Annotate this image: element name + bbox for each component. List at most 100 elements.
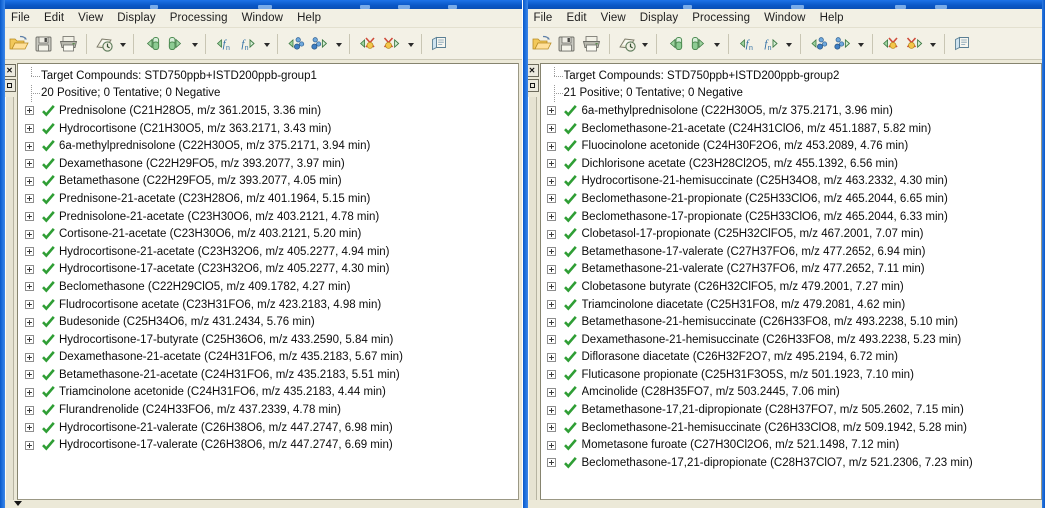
compound-row[interactable]: Triamcinolone diacetate (C25H31FO8, m/z … — [541, 296, 1042, 314]
recent-history-dropdown-arrow[interactable] — [117, 32, 128, 56]
compound-row[interactable]: Hydrocortisone (C21H30O5, m/z 363.2171, … — [18, 120, 518, 138]
compound-row[interactable]: 6a-methylprednisolone (C22H30O5, m/z 375… — [541, 102, 1042, 120]
compound-row[interactable]: Dichlorisone acetate (C23H28Cl2O5, m/z 4… — [541, 155, 1042, 173]
expand-plus-icon[interactable] — [24, 194, 34, 204]
previous-sample-icon[interactable] — [139, 31, 164, 56]
compound-row[interactable]: Fluticasone propionate (C25H31F3O5S, m/z… — [541, 366, 1042, 384]
next-sample-dropdown-arrow[interactable] — [189, 32, 200, 56]
compound-row[interactable]: Clobetasone butyrate (C26H32ClFO5, m/z 4… — [541, 278, 1042, 296]
expand-plus-icon[interactable] — [547, 247, 556, 257]
compound-row[interactable]: Betamethasone-21-acetate (C24H31FO6, m/z… — [18, 366, 518, 384]
tree-summary-row[interactable]: 20 Positive; 0 Tentative; 0 Negative — [18, 84, 518, 103]
save-disk-icon[interactable] — [31, 31, 56, 56]
panel-drag-grip[interactable] — [527, 97, 537, 508]
tree-title-row[interactable]: Target Compounds: STD750ppb+ISTD200ppb-g… — [18, 67, 518, 85]
expand-plus-icon[interactable] — [24, 124, 34, 134]
compound-row[interactable]: Diflorasone diacetate (C26H32F2O7, m/z 4… — [541, 349, 1042, 367]
panel-drag-grip[interactable] — [5, 97, 14, 508]
toolbar-left[interactable]: fnfn — [0, 28, 522, 60]
open-folder-icon[interactable] — [529, 31, 554, 56]
expand-plus-icon[interactable] — [24, 335, 34, 345]
expand-plus-icon[interactable] — [24, 352, 34, 362]
expand-plus-icon[interactable] — [24, 247, 34, 257]
expand-plus-icon[interactable] — [547, 176, 556, 186]
menu-bar-right[interactable]: File Edit View Display Processing Window… — [522, 9, 1045, 28]
next-sample-icon[interactable] — [687, 31, 712, 56]
expand-plus-icon[interactable] — [547, 370, 556, 380]
expand-plus-icon[interactable] — [547, 124, 556, 134]
compound-row[interactable]: Beclomethasone-21-acetate (C24H31ClO6, m… — [541, 120, 1042, 138]
print-icon[interactable] — [56, 31, 81, 56]
next-review-dropdown-arrow[interactable] — [928, 32, 939, 56]
next-compound-dropdown-arrow[interactable] — [333, 32, 344, 56]
menu-item-edit[interactable]: Edit — [37, 11, 71, 25]
next-function-dropdown-arrow[interactable] — [784, 32, 795, 56]
expand-plus-icon[interactable] — [547, 352, 556, 362]
menu-item-help[interactable]: Help — [290, 11, 328, 25]
compound-row[interactable]: Hydrocortisone-17-acetate (C23H32O6, m/z… — [18, 261, 518, 279]
recent-history-icon[interactable] — [615, 31, 640, 56]
expand-plus-icon[interactable] — [547, 335, 556, 345]
next-review-dropdown-arrow[interactable] — [405, 32, 416, 56]
compound-row[interactable]: Fludrocortisone acetate (C23H31FO6, m/z … — [18, 296, 518, 314]
next-function-icon[interactable]: fn — [236, 31, 261, 56]
expand-plus-icon[interactable] — [24, 282, 34, 292]
expand-plus-icon[interactable] — [547, 106, 556, 116]
expand-plus-icon[interactable] — [24, 264, 34, 274]
expand-plus-icon[interactable] — [24, 440, 34, 450]
expand-plus-icon[interactable] — [547, 194, 556, 204]
menu-item-display[interactable]: Display — [110, 11, 162, 25]
expand-plus-icon[interactable] — [547, 405, 556, 415]
menu-bar-left[interactable]: File Edit View Display Processing Window… — [0, 9, 522, 28]
previous-review-icon[interactable] — [355, 31, 380, 56]
expand-plus-icon[interactable] — [24, 300, 34, 310]
expand-plus-icon[interactable] — [547, 264, 556, 274]
compound-row[interactable]: Cortisone-21-acetate (C23H30O6, m/z 403.… — [18, 225, 518, 243]
next-compound-icon[interactable] — [308, 31, 333, 56]
menu-item-view[interactable]: View — [594, 11, 633, 25]
expand-plus-icon[interactable] — [547, 387, 556, 397]
compound-row[interactable]: 6a-methylprednisolone (C22H30O5, m/z 375… — [18, 137, 518, 155]
expand-plus-icon[interactable] — [547, 300, 556, 310]
expand-plus-icon[interactable] — [24, 212, 34, 222]
compound-row[interactable]: Beclomethasone-21-hemisuccinate (C26H33C… — [541, 419, 1042, 437]
toolbar-right[interactable]: fnfn — [522, 28, 1045, 60]
expand-plus-icon[interactable] — [24, 176, 34, 186]
tree-summary-row[interactable]: 21 Positive; 0 Tentative; 0 Negative — [541, 84, 1042, 103]
expand-plus-icon[interactable] — [547, 317, 556, 327]
next-compound-dropdown-arrow[interactable] — [856, 32, 867, 56]
expand-plus-icon[interactable] — [24, 405, 34, 415]
print-icon[interactable] — [579, 31, 604, 56]
menu-item-file[interactable]: File — [9, 11, 37, 25]
compound-row[interactable]: Amcinolide (C28H35FO7, m/z 503.2445, 7.0… — [541, 384, 1042, 402]
previous-compound-icon[interactable] — [283, 31, 308, 56]
browse-book-icon[interactable] — [427, 31, 452, 56]
compound-row[interactable]: Prednisolone-21-acetate (C23H30O6, m/z 4… — [18, 208, 518, 226]
expand-plus-icon[interactable] — [24, 370, 34, 380]
next-review-icon[interactable] — [903, 31, 928, 56]
compound-row[interactable]: Clobetasol-17-propionate (C25H32ClFO5, m… — [541, 225, 1042, 243]
menu-item-window[interactable]: Window — [235, 11, 291, 25]
compound-row[interactable]: Flurandrenolide (C24H33FO6, m/z 437.2339… — [18, 401, 518, 419]
expand-plus-icon[interactable] — [547, 423, 556, 433]
compound-row[interactable]: Hydrocortisone-21-hemisuccinate (C25H34O… — [541, 173, 1042, 191]
compound-row[interactable]: Hydrocortisone-17-butyrate (C25H36O6, m/… — [18, 331, 518, 349]
save-disk-icon[interactable] — [554, 31, 579, 56]
previous-function-icon[interactable]: fn — [734, 31, 759, 56]
compound-row[interactable]: Budesonide (C25H34O6, m/z 431.2434, 5.76… — [18, 313, 518, 331]
expand-plus-icon[interactable] — [547, 159, 556, 169]
expand-plus-icon[interactable] — [24, 229, 34, 239]
expand-plus-icon[interactable] — [547, 282, 556, 292]
menu-item-file[interactable]: File — [532, 11, 560, 25]
expand-plus-icon[interactable] — [547, 440, 556, 450]
expand-plus-icon[interactable] — [24, 106, 34, 116]
expand-plus-icon[interactable] — [547, 212, 556, 222]
next-review-icon[interactable] — [380, 31, 405, 56]
next-sample-icon[interactable] — [164, 31, 189, 56]
menu-item-window[interactable]: Window — [757, 11, 813, 25]
compound-row[interactable]: Dexamethasone-21-hemisuccinate (C26H33FO… — [541, 331, 1042, 349]
next-function-dropdown-arrow[interactable] — [261, 32, 272, 56]
compound-row[interactable]: Dexamethasone (C22H29FO5, m/z 393.2077, … — [18, 155, 518, 173]
menu-item-view[interactable]: View — [71, 11, 110, 25]
compound-row[interactable]: Betamethasone-21-hemisuccinate (C26H33FO… — [541, 313, 1042, 331]
